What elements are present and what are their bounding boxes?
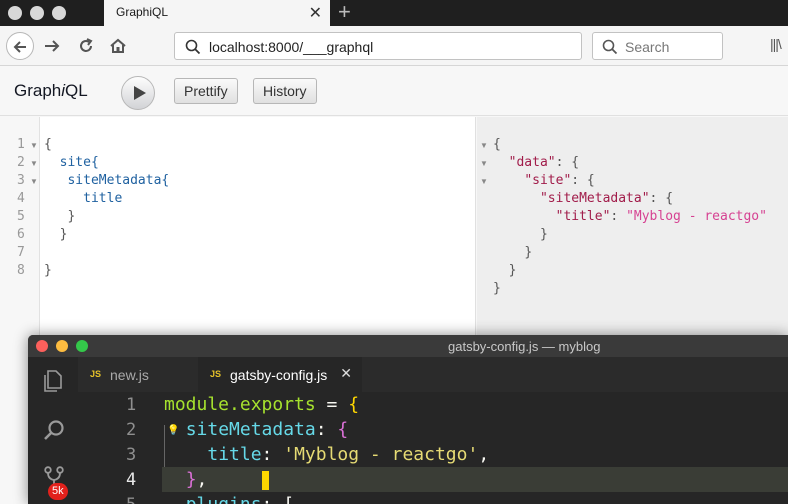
code-line: }, xyxy=(185,469,208,490)
url-text: localhost:8000/___graphql xyxy=(209,39,374,55)
history-button[interactable]: History xyxy=(253,78,317,104)
explorer-icon[interactable] xyxy=(42,369,64,393)
search-placeholder: Search xyxy=(625,39,670,55)
close-tab-icon[interactable]: ✕ xyxy=(340,365,352,382)
result-line: } xyxy=(493,281,501,296)
line-number: 8 xyxy=(17,263,25,278)
query-line: { xyxy=(44,137,52,152)
result-line: "site": { xyxy=(524,173,595,188)
close-tab-icon[interactable]: ✕ xyxy=(309,3,322,23)
play-icon xyxy=(134,86,146,100)
code-line: siteMetadata: { xyxy=(185,419,349,440)
home-icon[interactable] xyxy=(108,36,128,56)
result-line: } xyxy=(524,245,533,260)
vscode-window: gatsby-config.js — myblog 5k JS new.js J… xyxy=(28,335,788,504)
graphiql-toolbar: GraphiQL Prettify History xyxy=(0,66,788,116)
vscode-close-button[interactable] xyxy=(36,340,48,352)
new-tab-button[interactable]: + xyxy=(338,0,351,25)
execute-query-button[interactable] xyxy=(121,76,155,110)
line-number: 1 xyxy=(17,137,25,152)
fold-arrow-icon[interactable]: ▼ xyxy=(30,141,38,150)
line-number: 4 xyxy=(126,470,137,490)
code-line: title: 'Myblog - reactgo', xyxy=(207,444,490,465)
current-line-highlight xyxy=(162,467,788,492)
query-line: siteMetadata{ xyxy=(44,173,170,188)
browser-navbar: localhost:8000/___graphql Search |||\ xyxy=(0,26,788,66)
line-number: 3 xyxy=(17,173,25,188)
activity-bar: 5k xyxy=(28,357,78,504)
browser-tab-graphiql[interactable]: GraphiQL ✕ xyxy=(104,0,330,26)
library-icon[interactable]: |||\ xyxy=(770,36,782,52)
js-file-icon: JS xyxy=(210,369,222,379)
forward-arrow-icon[interactable] xyxy=(42,36,62,56)
line-number: 5 xyxy=(126,495,136,504)
result-line: "data": { xyxy=(508,155,580,170)
tab-gatsby-config-js[interactable]: JS gatsby-config.js ✕ xyxy=(198,357,362,392)
line-number: 5 xyxy=(17,209,25,224)
query-line: title xyxy=(44,191,123,206)
fold-arrow-icon[interactable]: ▼ xyxy=(480,177,488,186)
js-file-icon: JS xyxy=(90,369,102,379)
fold-arrow-icon[interactable]: ▼ xyxy=(30,177,38,186)
query-line: } xyxy=(44,227,68,242)
scm-count-badge: 5k xyxy=(48,483,68,500)
query-line: } xyxy=(44,263,52,278)
graphiql-logo: GraphiQL xyxy=(14,81,88,100)
vscode-titlebar: gatsby-config.js — myblog xyxy=(28,335,788,357)
vscode-minimize-button[interactable] xyxy=(56,340,68,352)
search-input[interactable]: Search xyxy=(592,32,723,60)
line-number: 6 xyxy=(17,227,25,242)
back-arrow-icon xyxy=(13,41,26,53)
line-number: 2 xyxy=(126,420,137,440)
result-line: "siteMetadata": { xyxy=(539,191,674,206)
prettify-button[interactable]: Prettify xyxy=(174,78,238,104)
fold-arrow-icon[interactable]: ▼ xyxy=(480,159,488,168)
line-number: 1 xyxy=(126,395,137,415)
maximize-window-button[interactable] xyxy=(52,6,66,20)
vscode-maximize-button[interactable] xyxy=(76,340,88,352)
tab-label: new.js xyxy=(110,367,149,383)
line-number: 2 xyxy=(17,155,25,170)
result-line: } xyxy=(508,263,517,278)
code-line: module.exports = { xyxy=(164,394,360,415)
editor-tab-bar: JS new.js JS gatsby-config.js ✕ xyxy=(78,357,788,392)
browser-titlebar: GraphiQL ✕ + xyxy=(0,0,788,26)
result-line: "title": "Myblog - reactgo" xyxy=(555,209,767,224)
minimize-window-button[interactable] xyxy=(30,6,44,20)
code-editor[interactable]: 1 2 3 4 5 module.exports = { 💡 siteMetad… xyxy=(78,392,788,504)
tab-new-js[interactable]: JS new.js xyxy=(78,357,188,392)
result-line: { xyxy=(493,137,501,152)
tab-title: GraphiQL xyxy=(116,5,169,19)
fold-arrow-icon[interactable]: ▼ xyxy=(480,141,488,150)
search-icon[interactable] xyxy=(42,419,66,443)
url-bar[interactable]: localhost:8000/___graphql xyxy=(174,32,582,60)
line-number: 7 xyxy=(17,245,25,260)
result-line: } xyxy=(539,227,548,242)
fold-arrow-icon[interactable]: ▼ xyxy=(30,159,38,168)
vscode-window-title: gatsby-config.js — myblog xyxy=(448,339,601,354)
tab-label: gatsby-config.js xyxy=(230,367,328,383)
query-line: } xyxy=(44,209,76,224)
back-button[interactable] xyxy=(6,32,34,60)
close-window-button[interactable] xyxy=(8,6,22,20)
query-line: site{ xyxy=(44,155,99,170)
line-number: 3 xyxy=(126,445,137,465)
line-number: 4 xyxy=(17,191,25,206)
code-line: plugins: [ xyxy=(164,494,294,504)
search-icon xyxy=(602,39,618,55)
text-cursor xyxy=(262,471,269,490)
reload-icon[interactable] xyxy=(76,36,96,56)
url-search-icon xyxy=(185,39,201,55)
